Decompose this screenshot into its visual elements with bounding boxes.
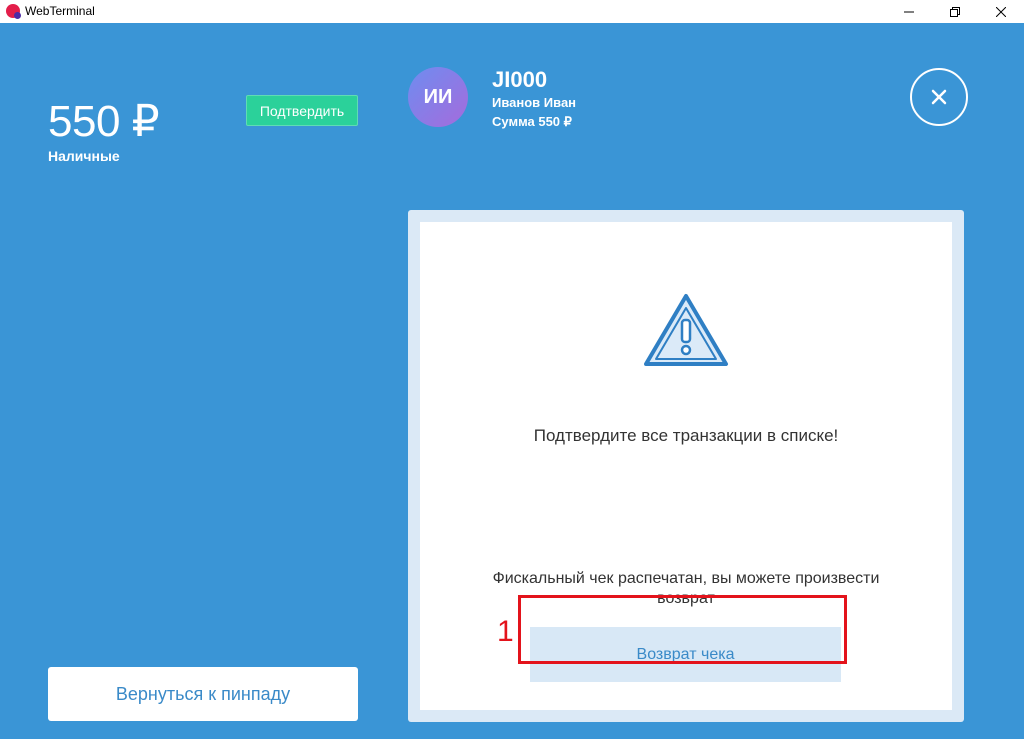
payment-method-label: Наличные xyxy=(48,148,120,164)
user-sum: Сумма 550 ₽ xyxy=(492,114,572,129)
back-to-pinpad-button[interactable]: Вернуться к пинпаду xyxy=(48,667,358,721)
warning-icon xyxy=(644,294,728,366)
user-code: JI000 xyxy=(492,67,548,92)
fiscal-message: Фискальный чек распечатан, вы можете про… xyxy=(492,570,880,607)
close-button[interactable] xyxy=(910,68,968,126)
payment-amount: 550 ₽ xyxy=(48,97,160,146)
annotation-number: 1 xyxy=(497,615,514,648)
confirm-button[interactable]: Подтвердить xyxy=(246,95,358,126)
app-logo-icon xyxy=(6,4,21,19)
window-title: WebTerminal xyxy=(25,4,95,18)
user-name: Иванов Иван xyxy=(492,95,577,110)
close-x-icon xyxy=(931,89,947,105)
transaction-panel: Подтвердите все транзакции в списке! Фис… xyxy=(408,210,964,722)
refund-receipt-button[interactable]: Возврат чека xyxy=(530,627,841,682)
restore-icon xyxy=(950,6,960,17)
minimize-button[interactable] xyxy=(886,0,932,23)
restore-button[interactable] xyxy=(932,0,978,23)
avatar: ИИ xyxy=(408,67,468,127)
warning-message: Подтвердите все транзакции в списке! xyxy=(533,426,839,445)
title-bar: WebTerminal xyxy=(0,0,1024,23)
avatar-initials: ИИ xyxy=(423,85,453,108)
close-icon xyxy=(996,6,1006,17)
window-close-button[interactable] xyxy=(978,0,1024,23)
minimize-icon xyxy=(904,11,914,12)
